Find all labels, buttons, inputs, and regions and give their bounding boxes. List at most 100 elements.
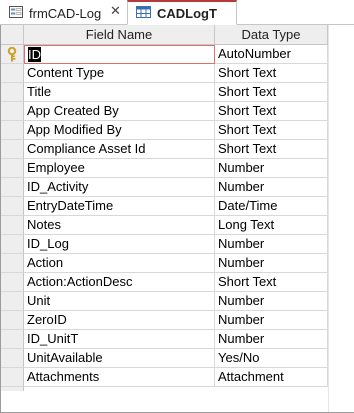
tab-label: CADLogT xyxy=(157,5,217,21)
data-type-cell[interactable]: Long Text xyxy=(215,216,328,235)
table-row[interactable]: Compliance Asset Id Short Text xyxy=(1,140,328,159)
row-selector[interactable] xyxy=(1,45,24,64)
field-name-text: Action xyxy=(27,255,64,270)
field-name-text: Content Type xyxy=(27,65,105,80)
table-row[interactable]: ID_Log Number xyxy=(1,235,328,254)
field-name-cell[interactable]: Notes xyxy=(24,216,215,235)
field-name-cell[interactable]: UnitAvailable xyxy=(24,349,215,368)
field-name-cell[interactable]: App Modified By xyxy=(24,121,215,140)
data-type-cell[interactable]: Short Text xyxy=(215,102,328,121)
field-name-text: Title xyxy=(27,84,52,99)
field-name-cell[interactable]: Title xyxy=(24,83,215,102)
row-selector[interactable] xyxy=(1,178,24,197)
table-row[interactable]: ID_Activity Number xyxy=(1,178,328,197)
field-name-text: ID_UnitT xyxy=(27,331,79,346)
row-selector[interactable] xyxy=(1,83,24,102)
field-name-cell[interactable]: EntryDateTime xyxy=(24,197,215,216)
row-selector[interactable] xyxy=(1,368,24,387)
table-row[interactable]: ID_UnitT Number xyxy=(1,330,328,349)
field-name-text: ZeroID xyxy=(27,312,67,327)
field-name-cell[interactable]: Action xyxy=(24,254,215,273)
field-name-cell[interactable]: App Created By xyxy=(24,102,215,121)
field-name-text: Notes xyxy=(27,217,61,232)
row-selector[interactable] xyxy=(1,311,24,330)
table-row[interactable]: UnitAvailable Yes/No xyxy=(1,349,328,368)
data-type-cell[interactable]: Number xyxy=(215,254,328,273)
field-name-text: Compliance Asset Id xyxy=(27,141,146,156)
field-name-text: ID_Activity xyxy=(27,179,89,194)
field-name-text: Attachments xyxy=(27,369,100,384)
table-row[interactable]: Attachments Attachment xyxy=(1,368,328,387)
table-row[interactable]: ID AutoNumber xyxy=(1,45,328,64)
data-type-cell[interactable]: Attachment xyxy=(215,368,328,387)
table-icon xyxy=(136,5,151,21)
data-type-cell[interactable]: Number xyxy=(215,159,328,178)
close-tab-icon[interactable]: ✕ xyxy=(110,3,121,19)
field-name-cell[interactable]: Action:ActionDesc xyxy=(24,273,215,292)
row-selector[interactable] xyxy=(1,292,24,311)
field-name-text: ID xyxy=(28,47,41,62)
row-selector[interactable] xyxy=(1,216,24,235)
field-name-text: UnitAvailable xyxy=(27,350,103,365)
table-row[interactable]: App Created By Short Text xyxy=(1,102,328,121)
tab-cadlogt[interactable]: CADLogT xyxy=(127,0,237,25)
row-selector[interactable] xyxy=(1,235,24,254)
field-name-cell[interactable]: Unit xyxy=(24,292,215,311)
field-name-text: EntryDateTime xyxy=(27,198,114,213)
data-type-cell[interactable]: AutoNumber xyxy=(215,45,328,64)
table-row[interactable]: Action:ActionDesc Short Text xyxy=(1,273,328,292)
row-selector-header[interactable] xyxy=(1,25,24,45)
table-row[interactable]: ZeroID Number xyxy=(1,311,328,330)
table-design-grid: Field Name Data Type ID AutoNumber Content… xyxy=(0,25,354,413)
table-row[interactable]: Notes Long Text xyxy=(1,216,328,235)
data-type-cell[interactable]: Number xyxy=(215,311,328,330)
row-selector[interactable] xyxy=(1,197,24,216)
row-selector[interactable] xyxy=(1,121,24,140)
table-row[interactable]: Action Number xyxy=(1,254,328,273)
document-tab-bar: frmCAD-Log CADLogT ✕ xyxy=(0,0,354,25)
data-type-cell[interactable]: Short Text xyxy=(215,121,328,140)
data-type-cell[interactable]: Number xyxy=(215,178,328,197)
field-name-cell[interactable]: Content Type xyxy=(24,64,215,83)
data-type-cell[interactable]: Yes/No xyxy=(215,349,328,368)
data-type-cell[interactable]: Short Text xyxy=(215,273,328,292)
field-name-text: Employee xyxy=(27,160,85,175)
table-row[interactable]: App Modified By Short Text xyxy=(1,121,328,140)
field-name-cell[interactable]: ZeroID xyxy=(24,311,215,330)
field-name-text: App Created By xyxy=(27,103,119,118)
field-name-text: ID_Log xyxy=(27,236,69,251)
tab-frmcad-log[interactable]: frmCAD-Log xyxy=(1,1,127,25)
row-selector[interactable] xyxy=(1,254,24,273)
field-name-cell[interactable]: ID_UnitT xyxy=(24,330,215,349)
row-selector[interactable] xyxy=(1,159,24,178)
table-row[interactable]: EntryDateTime Date/Time xyxy=(1,197,328,216)
table-row[interactable]: Content Type Short Text xyxy=(1,64,328,83)
row-selector[interactable] xyxy=(1,64,24,83)
data-type-cell[interactable]: Short Text xyxy=(215,140,328,159)
row-selector[interactable] xyxy=(1,140,24,159)
row-selector[interactable] xyxy=(1,330,24,349)
field-name-text: Unit xyxy=(27,293,51,308)
data-type-column-header: Data Type xyxy=(215,25,328,45)
data-type-cell[interactable]: Number xyxy=(215,292,328,311)
vertical-scroll-area[interactable] xyxy=(328,25,354,412)
field-name-cell[interactable]: Compliance Asset Id xyxy=(24,140,215,159)
field-name-cell[interactable]: Employee xyxy=(24,159,215,178)
row-selector[interactable] xyxy=(1,102,24,121)
table-row[interactable]: Title Short Text xyxy=(1,83,328,102)
row-selector[interactable] xyxy=(1,273,24,292)
table-row[interactable]: Unit Number xyxy=(1,292,328,311)
data-type-cell[interactable]: Date/Time xyxy=(215,197,328,216)
field-name-cell[interactable]: ID xyxy=(24,45,215,64)
tab-label: frmCAD-Log xyxy=(29,5,102,21)
row-selector[interactable] xyxy=(1,349,24,368)
data-type-cell[interactable]: Number xyxy=(215,235,328,254)
data-type-cell[interactable]: Short Text xyxy=(215,83,328,102)
table-row[interactable]: Employee Number xyxy=(1,159,328,178)
data-type-cell[interactable]: Number xyxy=(215,330,328,349)
field-name-cell[interactable]: ID_Log xyxy=(24,235,215,254)
primary-key-icon xyxy=(6,46,18,65)
field-name-cell[interactable]: Attachments xyxy=(24,368,215,387)
data-type-cell[interactable]: Short Text xyxy=(215,64,328,83)
field-name-cell[interactable]: ID_Activity xyxy=(24,178,215,197)
